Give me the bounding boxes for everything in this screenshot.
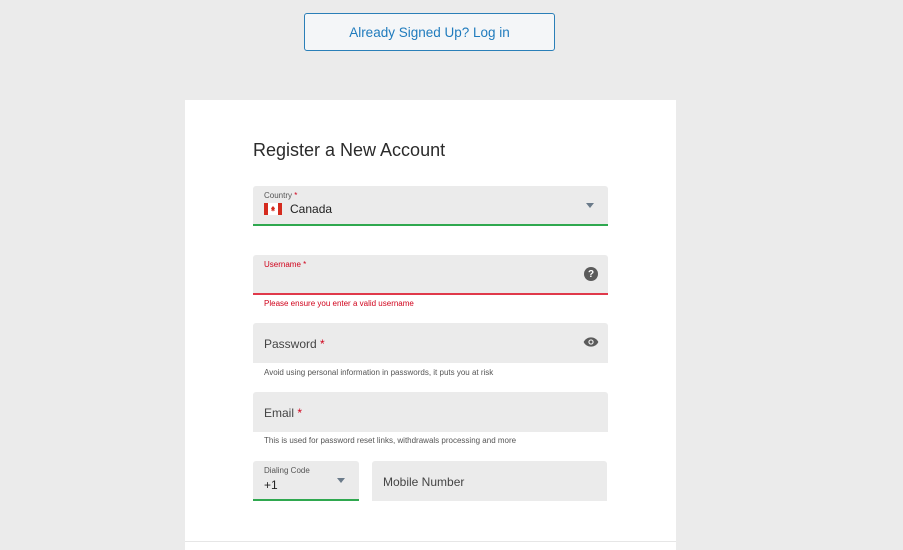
password-field[interactable]: Password *: [253, 323, 608, 363]
email-placeholder: Email *: [264, 406, 303, 420]
eye-icon[interactable]: [583, 336, 599, 348]
username-label: Username *: [264, 260, 307, 269]
login-button[interactable]: Already Signed Up? Log in: [304, 13, 555, 51]
password-placeholder: Password *: [264, 337, 325, 351]
chevron-down-icon[interactable]: [586, 203, 594, 208]
card-divider: [185, 541, 676, 542]
dialing-code-label: Dialing Code: [264, 466, 310, 475]
email-help: This is used for password reset links, w…: [264, 436, 517, 445]
country-select[interactable]: Country * Canada: [253, 186, 608, 226]
dialing-code-select[interactable]: Dialing Code +1: [253, 461, 359, 501]
help-icon[interactable]: ?: [584, 267, 598, 281]
mobile-number-placeholder: Mobile Number: [383, 475, 465, 489]
mobile-number-field[interactable]: Mobile Number: [372, 461, 607, 501]
username-error: Please ensure you enter a valid username: [264, 299, 414, 308]
password-help: Avoid using personal information in pass…: [264, 368, 494, 377]
country-value: Canada: [290, 202, 333, 216]
dialing-code-value: +1: [264, 478, 278, 492]
country-label: Country *: [264, 191, 298, 200]
canada-flag-icon: [264, 203, 282, 215]
chevron-down-icon[interactable]: [337, 478, 345, 483]
page-title: Register a New Account: [253, 140, 446, 160]
email-field[interactable]: Email *: [253, 392, 608, 432]
username-field[interactable]: Username * ?: [253, 255, 608, 295]
